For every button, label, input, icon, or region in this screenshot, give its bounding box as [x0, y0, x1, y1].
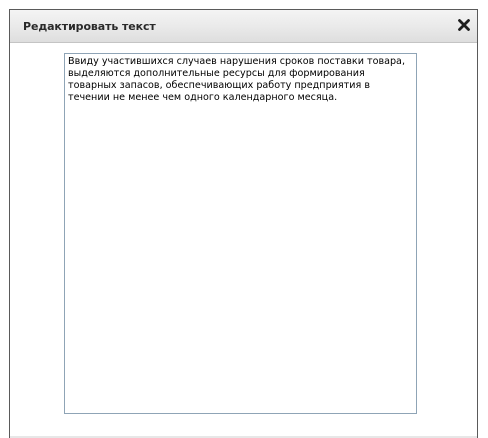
- close-icon[interactable]: [457, 18, 471, 32]
- dialog-title: Редактировать текст: [23, 20, 156, 33]
- edit-text-dialog: Редактировать текст Ввиду участившихся с…: [9, 9, 478, 438]
- text-editor-textarea[interactable]: Ввиду участившихся случаев нарушения сро…: [64, 53, 417, 414]
- dialog-titlebar[interactable]: Редактировать текст: [10, 10, 477, 43]
- close-icon-glyph: [458, 19, 470, 31]
